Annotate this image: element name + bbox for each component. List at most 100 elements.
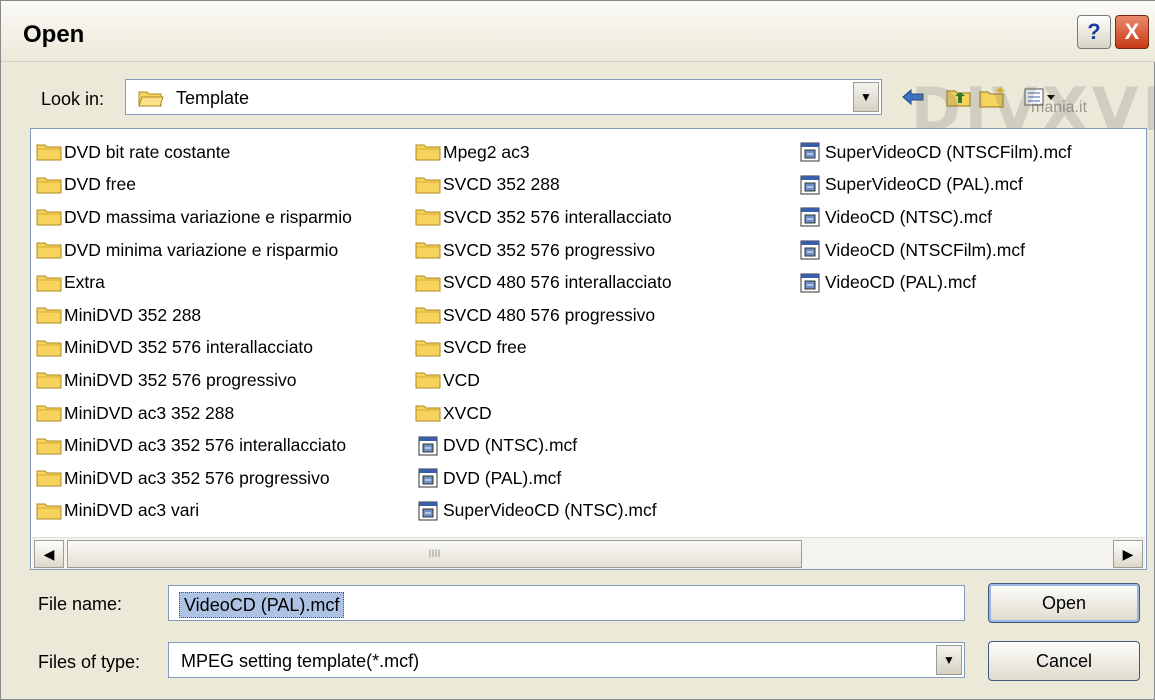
close-button[interactable]: X	[1115, 15, 1149, 49]
back-button[interactable]	[899, 83, 927, 111]
folder-item[interactable]: DVD bit rate costante	[36, 136, 352, 169]
item-label: DVD (NTSC).mcf	[443, 435, 578, 456]
view-menu-button[interactable]	[1021, 83, 1059, 111]
scroll-thumb[interactable]: IIII	[67, 540, 802, 568]
file-type-select[interactable]: MPEG setting template(*.mcf) ▼	[168, 642, 965, 678]
folder-item[interactable]: SVCD 480 576 interallacciato	[415, 266, 672, 299]
file-item[interactable]: SuperVideoCD (PAL).mcf	[797, 169, 1072, 202]
folder-item[interactable]: DVD free	[36, 169, 352, 202]
item-label: SVCD free	[443, 337, 527, 358]
folder-icon	[415, 142, 443, 162]
folder-item[interactable]: DVD massima variazione e risparmio	[36, 201, 352, 234]
item-label: SVCD 352 576 progressivo	[443, 239, 656, 260]
file-type-label: Files of type:	[38, 652, 141, 672]
folder-item[interactable]: MiniDVD ac3 352 288	[36, 397, 352, 430]
item-label: DVD bit rate costante	[64, 141, 231, 162]
item-label: MiniDVD ac3 352 576 interallacciato	[64, 435, 347, 456]
item-label: DVD free	[64, 174, 136, 195]
folder-item[interactable]: DVD minima variazione e risparmio	[36, 234, 352, 267]
file-name-label: File name:	[38, 594, 123, 614]
item-label: SVCD 480 576 interallacciato	[443, 272, 672, 293]
file-item[interactable]: SuperVideoCD (NTSCFilm).mcf	[797, 136, 1072, 169]
file-item[interactable]: VideoCD (NTSC).mcf	[797, 201, 1072, 234]
title-bar[interactable]: Open ? X	[1, 1, 1155, 62]
file-item[interactable]: DVD (NTSC).mcf	[415, 429, 672, 462]
mcf-file-icon	[797, 272, 825, 294]
folder-item[interactable]: SVCD free	[415, 332, 672, 365]
folder-item[interactable]: MiniDVD 352 576 interallacciato	[36, 332, 352, 365]
open-folder-icon	[138, 88, 164, 113]
folder-icon	[36, 240, 64, 260]
file-name-value: VideoCD (PAL).mcf	[179, 592, 345, 618]
chevron-right-icon: ▶	[1122, 545, 1134, 562]
new-folder-button[interactable]	[979, 83, 1007, 111]
folder-item[interactable]: MiniDVD ac3 352 576 progressivo	[36, 462, 352, 495]
folder-icon	[36, 403, 64, 423]
window-title: Open	[23, 21, 85, 48]
folder-icon	[36, 370, 64, 390]
folder-icon	[36, 436, 64, 456]
mcf-file-icon	[797, 141, 825, 163]
folder-icon	[415, 175, 443, 195]
item-label: VideoCD (PAL).mcf	[825, 272, 977, 293]
folder-item[interactable]: MiniDVD 352 576 progressivo	[36, 364, 352, 397]
item-label: VideoCD (NTSC).mcf	[825, 206, 992, 227]
folder-item[interactable]: SVCD 352 576 progressivo	[415, 234, 672, 267]
item-label: Mpeg2 ac3	[443, 141, 530, 162]
mcf-file-icon	[415, 435, 443, 457]
cancel-button[interactable]: Cancel	[988, 641, 1140, 681]
folder-item[interactable]: Mpeg2 ac3	[415, 136, 672, 169]
file-item[interactable]: SuperVideoCD (NTSC).mcf	[415, 495, 672, 528]
up-folder-icon	[946, 90, 971, 107]
folder-item[interactable]: MiniDVD ac3 vari	[36, 495, 352, 528]
open-button[interactable]: Open	[988, 583, 1140, 623]
item-label: MiniDVD 352 288	[64, 304, 202, 325]
scroll-grip: IIII	[428, 548, 441, 560]
folder-icon	[415, 305, 443, 325]
scroll-right-button[interactable]: ▶	[1113, 540, 1143, 568]
folder-icon	[415, 207, 443, 227]
back-arrow-icon	[902, 88, 924, 106]
new-folder-icon	[979, 86, 1005, 108]
item-label: DVD (PAL).mcf	[443, 467, 562, 488]
mcf-file-icon	[415, 500, 443, 522]
help-button[interactable]: ?	[1077, 15, 1111, 49]
look-in-dropdown-button[interactable]: ▼	[853, 82, 879, 112]
file-list[interactable]: DVD bit rate costante DVD free DVD massima…	[30, 128, 1147, 570]
scroll-left-button[interactable]: ◀	[34, 540, 64, 568]
folder-item[interactable]: XVCD	[415, 397, 672, 430]
folder-icon	[415, 273, 443, 293]
folder-icon	[36, 273, 64, 293]
folder-icon	[415, 370, 443, 390]
folder-item[interactable]: SVCD 480 576 progressivo	[415, 299, 672, 332]
folder-item[interactable]: MiniDVD ac3 352 576 interallacciato	[36, 429, 352, 462]
file-item[interactable]: DVD (PAL).mcf	[415, 462, 672, 495]
folder-item[interactable]: MiniDVD 352 288	[36, 299, 352, 332]
folder-item[interactable]: SVCD 352 576 interallacciato	[415, 201, 672, 234]
item-label: SVCD 352 576 interallacciato	[443, 206, 672, 227]
look-in-combo[interactable]: Template ▼	[125, 79, 882, 115]
view-menu-icon	[1024, 88, 1055, 106]
horizontal-scrollbar[interactable]: ◀ IIII ▶	[32, 537, 1145, 569]
folder-item[interactable]: VCD	[415, 364, 672, 397]
chevron-down-icon: ▼	[943, 653, 955, 667]
item-label: MiniDVD ac3 352 288	[64, 402, 235, 423]
item-label: SuperVideoCD (NTSCFilm).mcf	[825, 141, 1072, 162]
item-label: SVCD 480 576 progressivo	[443, 304, 656, 325]
up-folder-button[interactable]	[945, 83, 973, 111]
mcf-file-icon	[797, 174, 825, 196]
file-type-dropdown-button[interactable]: ▼	[936, 645, 962, 675]
folder-icon	[36, 175, 64, 195]
folder-icon	[36, 305, 64, 325]
item-label: VCD	[443, 369, 480, 390]
item-label: MiniDVD ac3 352 576 progressivo	[64, 467, 330, 488]
folder-item[interactable]: Extra	[36, 266, 352, 299]
file-name-input[interactable]: VideoCD (PAL).mcf	[168, 585, 965, 621]
file-item[interactable]: VideoCD (NTSCFilm).mcf	[797, 234, 1072, 267]
folder-item[interactable]: SVCD 352 288	[415, 169, 672, 202]
folder-icon	[36, 338, 64, 358]
folder-icon	[36, 501, 64, 521]
mcf-file-icon	[797, 206, 825, 228]
file-item[interactable]: VideoCD (PAL).mcf	[797, 266, 1072, 299]
item-label: Extra	[64, 272, 105, 293]
